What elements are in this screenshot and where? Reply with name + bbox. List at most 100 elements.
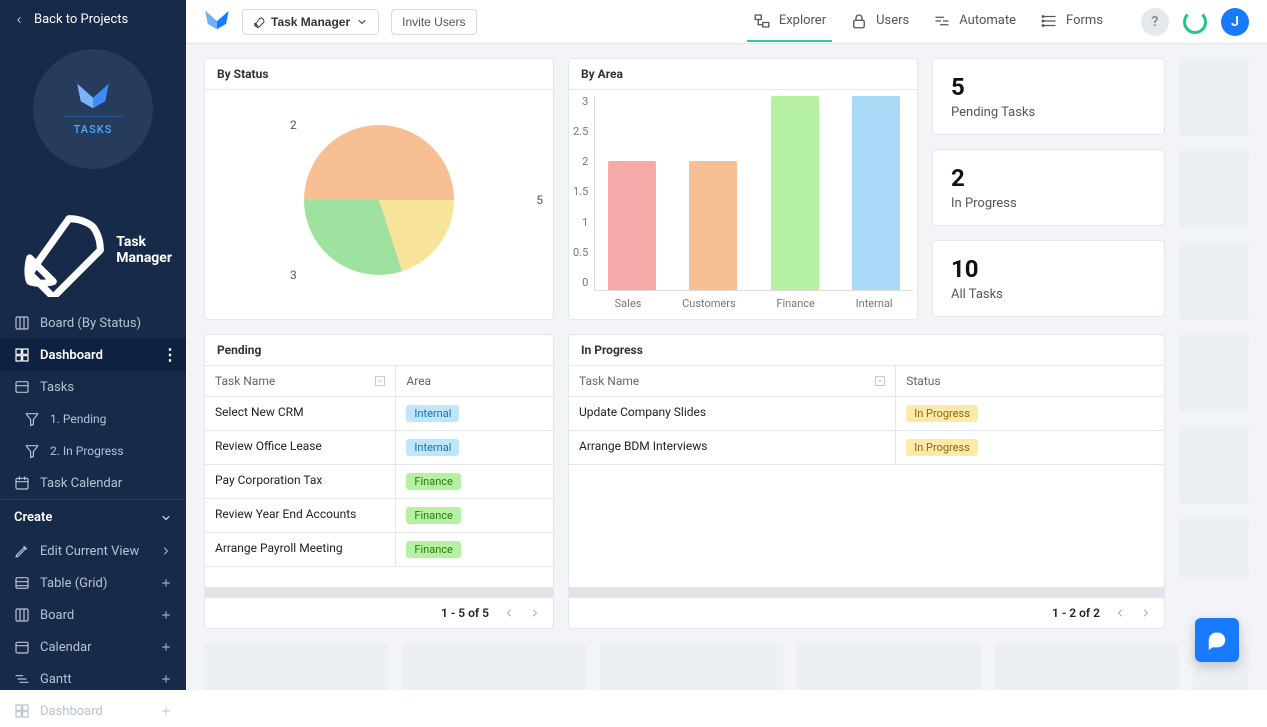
chevron-right-icon[interactable] bbox=[1140, 607, 1152, 619]
filter-icon bbox=[24, 443, 40, 459]
table-row[interactable]: Arrange Payroll MeetingFinance bbox=[205, 533, 553, 567]
placeholder bbox=[1179, 334, 1249, 412]
chat-fab[interactable] bbox=[1195, 618, 1239, 662]
stat-inprogress[interactable]: 2 In Progress bbox=[932, 149, 1165, 226]
sidebar-create-header[interactable]: Create bbox=[0, 499, 186, 535]
create-board[interactable]: Board bbox=[0, 599, 186, 631]
sidebar-item-pending[interactable]: 1. Pending bbox=[0, 403, 186, 435]
cell-area: Finance bbox=[396, 533, 553, 566]
sidebar-item-label: Tasks bbox=[40, 380, 74, 395]
back-label: Back to Projects bbox=[34, 12, 128, 27]
col-header[interactable]: Task Name bbox=[205, 366, 396, 396]
invite-users-button[interactable]: Invite Users bbox=[391, 9, 476, 35]
nav-label: Forms bbox=[1066, 13, 1103, 28]
sidebar-app-title-text: Task Manager bbox=[116, 234, 172, 266]
sidebar-item-label: Dashboard bbox=[40, 348, 103, 363]
gantt-icon bbox=[14, 671, 30, 687]
bar-finance[interactable] bbox=[771, 96, 819, 290]
sidebar-item-label: Board (By Status) bbox=[40, 316, 141, 331]
horizontal-scrollbar[interactable] bbox=[205, 587, 553, 597]
bar-x-label: Internal bbox=[856, 297, 893, 310]
sidebar-item-calendar[interactable]: Task Calendar bbox=[0, 467, 186, 499]
sidebar-item-board[interactable]: Board (By Status) bbox=[0, 307, 186, 339]
cell-name: Arrange Payroll Meeting bbox=[205, 533, 396, 566]
table-row[interactable]: Update Company SlidesIn Progress bbox=[569, 397, 1164, 431]
sidebar-item-dashboard[interactable]: Dashboard ⋮ bbox=[0, 339, 186, 371]
automate-icon bbox=[933, 12, 951, 30]
nav-users[interactable]: Users bbox=[844, 2, 915, 42]
chevron-right-icon[interactable] bbox=[529, 607, 541, 619]
chevron-down-icon bbox=[160, 512, 172, 524]
nav-forms[interactable]: Forms bbox=[1034, 2, 1109, 42]
pager-text: 1 - 5 of 5 bbox=[441, 606, 489, 620]
bar-area bbox=[594, 96, 913, 291]
create-dashboard[interactable]: Dashboard bbox=[0, 695, 186, 727]
col-header[interactable]: Task Name bbox=[569, 366, 896, 396]
col-header[interactable]: Area bbox=[396, 366, 553, 396]
table-row[interactable]: Pay Corporation TaxFinance bbox=[205, 465, 553, 499]
pager: 1 - 5 of 5 bbox=[205, 597, 553, 628]
nav-explorer[interactable]: Explorer bbox=[747, 2, 832, 42]
table-row[interactable]: Arrange BDM InterviewsIn Progress bbox=[569, 431, 1164, 465]
sidebar-item-label: 2. In Progress bbox=[50, 444, 124, 458]
area-tag: Finance bbox=[406, 507, 460, 524]
horizontal-scrollbar[interactable] bbox=[569, 587, 1164, 597]
sidebar-app-title: Task Manager bbox=[0, 193, 186, 307]
dashboard-content: By Status 5 2 3 By Area 32.521.510.50 Sa… bbox=[186, 44, 1267, 690]
col-label: Task Name bbox=[215, 374, 275, 388]
stat-pending[interactable]: 5 Pending Tasks bbox=[932, 58, 1165, 135]
chevron-left-icon[interactable] bbox=[503, 607, 515, 619]
help-button[interactable]: ? bbox=[1141, 8, 1169, 36]
create-table[interactable]: Table (Grid) bbox=[0, 567, 186, 599]
selector-label: Task Manager bbox=[271, 15, 350, 29]
stat-num: 10 bbox=[951, 255, 1146, 283]
table-icon bbox=[14, 379, 30, 395]
stats-column: 5 Pending Tasks 2 In Progress 10 All Tas… bbox=[932, 58, 1165, 320]
table-row[interactable]: Review Office LeaseInternal bbox=[205, 431, 553, 465]
cell-name: Review Year End Accounts bbox=[205, 499, 396, 532]
cell-name: Select New CRM bbox=[205, 397, 396, 430]
stat-all[interactable]: 10 All Tasks bbox=[932, 240, 1165, 317]
stat-num: 5 bbox=[951, 73, 1146, 101]
lock-icon bbox=[850, 12, 868, 30]
pager-text: 1 - 2 of 2 bbox=[1052, 606, 1100, 620]
col-header[interactable]: Status bbox=[896, 366, 1164, 396]
chevron-down-icon[interactable] bbox=[875, 376, 885, 386]
placeholder bbox=[1179, 58, 1249, 136]
workspace-selector[interactable]: Task Manager bbox=[242, 9, 379, 35]
back-to-projects[interactable]: Back to Projects bbox=[0, 0, 186, 39]
bar-customers[interactable] bbox=[689, 161, 737, 290]
chevron-down-icon[interactable] bbox=[375, 376, 385, 386]
plus-icon bbox=[160, 577, 172, 589]
sidebar-item-label: Task Calendar bbox=[40, 476, 122, 491]
workspace-badge: TASKS bbox=[0, 39, 186, 193]
user-avatar[interactable]: J bbox=[1221, 8, 1249, 36]
table-row[interactable]: Select New CRMInternal bbox=[205, 397, 553, 431]
nav-automate[interactable]: Automate bbox=[927, 2, 1022, 42]
sidebar-item-tasks[interactable]: Tasks bbox=[0, 371, 186, 403]
cell-area: Internal bbox=[396, 397, 553, 430]
forms-icon bbox=[1040, 12, 1058, 30]
create-calendar[interactable]: Calendar bbox=[0, 631, 186, 663]
bar-x-label: Customers bbox=[682, 297, 736, 310]
stat-label: Pending Tasks bbox=[951, 105, 1146, 120]
card-title: In Progress bbox=[569, 335, 1164, 366]
stat-num: 2 bbox=[951, 164, 1146, 192]
table-row[interactable]: Review Year End Accounts Finance bbox=[205, 499, 553, 533]
sidebar-item-inprogress[interactable]: 2. In Progress bbox=[0, 435, 186, 467]
bar-chart[interactable]: 32.521.510.50 SalesCustomersFinanceInter… bbox=[569, 90, 917, 310]
sync-spinner-icon[interactable] bbox=[1183, 10, 1207, 34]
chevron-left-icon[interactable] bbox=[1114, 607, 1126, 619]
cell-area: Internal bbox=[396, 431, 553, 464]
create-gantt[interactable]: Gantt bbox=[0, 663, 186, 695]
create-label: Create bbox=[14, 510, 52, 525]
workspace-circle[interactable]: TASKS bbox=[33, 49, 153, 169]
bar-sales[interactable] bbox=[608, 161, 656, 290]
create-label: Board bbox=[40, 608, 74, 623]
help-label: ? bbox=[1152, 14, 1159, 30]
bar-internal[interactable] bbox=[852, 96, 900, 290]
brand-logo[interactable] bbox=[204, 9, 230, 35]
main-area: Task Manager Invite Users Explorer Users… bbox=[186, 0, 1267, 690]
pie-chart[interactable]: 5 2 3 bbox=[205, 90, 553, 310]
create-edit-view[interactable]: Edit Current View bbox=[0, 535, 186, 567]
